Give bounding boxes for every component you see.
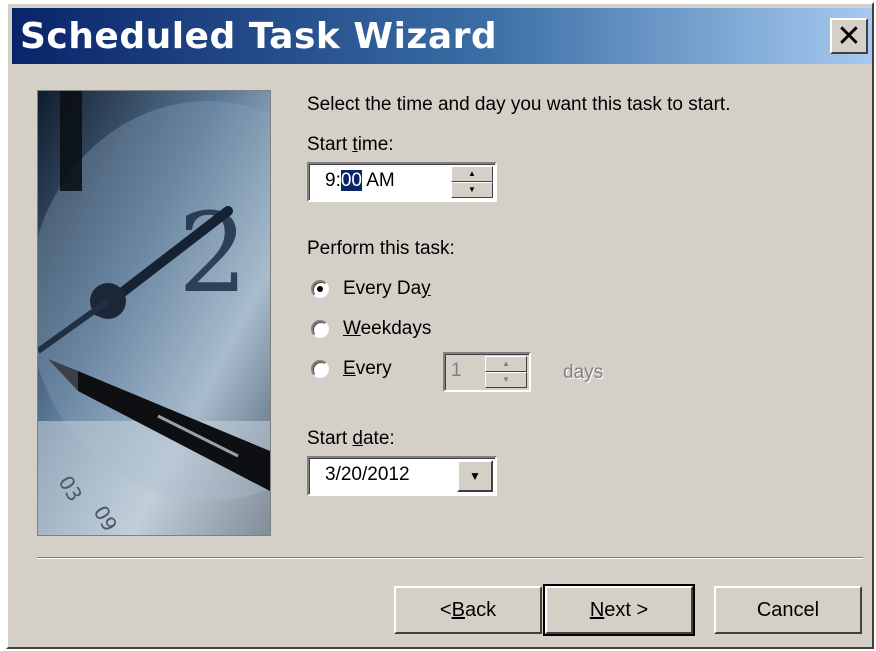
svg-text:2: 2	[178, 189, 248, 317]
wizard-illustration: 2 03 09	[37, 90, 271, 536]
radio-weekdays-label[interactable]: Weekdays	[343, 318, 431, 340]
next-button[interactable]: Next >	[543, 584, 695, 636]
spin-down-icon[interactable]: ▼	[485, 372, 527, 388]
close-button[interactable]: ✕	[830, 18, 868, 54]
radio-every-label[interactable]: Every	[343, 358, 392, 380]
instruction-text: Select the time and day you want this ta…	[307, 94, 731, 115]
spin-up-icon[interactable]: ▲	[451, 166, 493, 182]
close-icon: ✕	[836, 18, 862, 54]
spin-up-icon[interactable]: ▲	[485, 356, 527, 372]
start-date-value: 3/20/2012	[325, 464, 410, 485]
start-date-label: Start date:	[307, 428, 395, 449]
dropdown-button[interactable]: ▼	[457, 460, 493, 492]
clock-pen-image: 2 03 09	[38, 91, 270, 535]
every-days-input[interactable]: 1 ▲ ▼	[443, 352, 531, 392]
start-time-input[interactable]: 9:00 AM ▲ ▼	[307, 162, 497, 202]
start-time-spinner: ▲ ▼	[451, 166, 493, 198]
days-unit-label: days	[563, 362, 604, 383]
hour-value: 9:	[325, 170, 341, 191]
every-days-spinner: ▲ ▼	[485, 356, 527, 388]
back-button[interactable]: < Back	[394, 586, 542, 634]
every-days-value: 1	[451, 360, 462, 381]
radio-every-day-label[interactable]: Every Day	[343, 278, 431, 300]
window-title: Scheduled Task Wizard	[20, 16, 498, 57]
wizard-window: Scheduled Task Wizard ✕ 2 03 09 Select t…	[6, 2, 874, 649]
start-time-label: Start time:	[307, 134, 394, 155]
ampm-value: AM	[362, 170, 395, 191]
chevron-down-icon: ▼	[469, 469, 481, 483]
title-bar: Scheduled Task Wizard ✕	[12, 8, 872, 64]
spin-down-icon[interactable]: ▼	[451, 182, 493, 198]
radio-every[interactable]	[311, 360, 329, 378]
radio-every-day[interactable]	[311, 280, 329, 298]
start-date-picker[interactable]: 3/20/2012 ▼	[307, 456, 497, 496]
perform-task-label: Perform this task:	[307, 238, 455, 259]
radio-weekdays[interactable]	[311, 320, 329, 338]
cancel-button[interactable]: Cancel	[714, 586, 862, 634]
divider	[37, 557, 863, 559]
minute-value: 00	[340, 170, 362, 191]
